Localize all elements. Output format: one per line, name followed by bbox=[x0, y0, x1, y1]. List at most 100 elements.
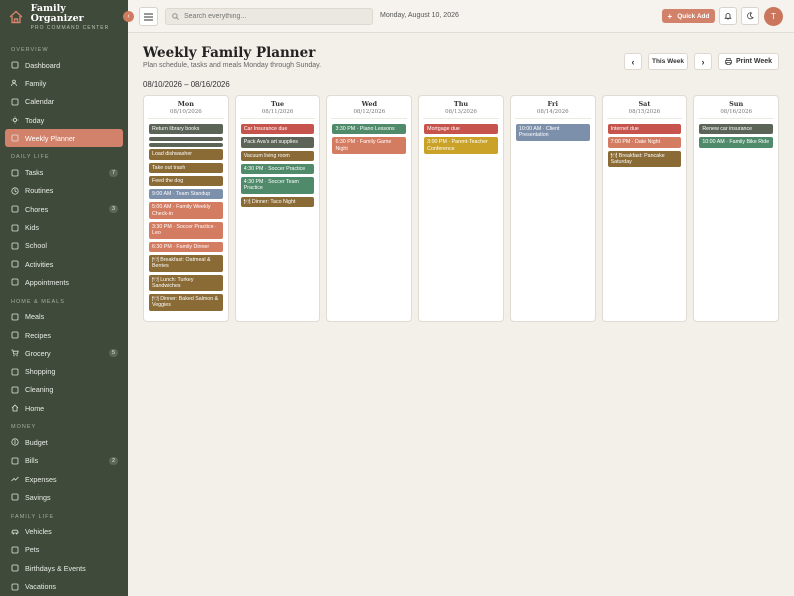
sidebar-item-label: Calendar bbox=[25, 97, 55, 107]
event-item[interactable]: 3:30 PM · Soccer Practice · Leo bbox=[149, 222, 223, 239]
dollar-icon bbox=[11, 438, 19, 447]
sidebar-item-cleaning[interactable]: Cleaning bbox=[0, 381, 128, 399]
sidebar-item-label: Dashboard bbox=[25, 60, 61, 70]
sidebar-item-label: Vacations bbox=[25, 582, 57, 592]
sidebar-item-label: Bills bbox=[25, 456, 39, 466]
event-item[interactable]: 5:00 AM · Family Weekly Check-in bbox=[149, 202, 223, 220]
sidebar-item-shopping[interactable]: Shopping bbox=[0, 362, 128, 380]
print-week-button[interactable]: Print Week bbox=[718, 53, 779, 70]
sidebar-item-vehicles[interactable]: Vehicles bbox=[0, 523, 128, 541]
car-icon bbox=[11, 528, 19, 536]
day-column-sat: Sat 08/15/2026 Internet due 7:00 PM · Date … bbox=[601, 95, 688, 322]
meals-icon bbox=[11, 313, 19, 321]
event-item[interactable]: 10:00 AM · Client Presentation bbox=[515, 124, 590, 141]
search-box[interactable] bbox=[165, 8, 373, 25]
event-item[interactable]: Feed the dog bbox=[149, 175, 223, 187]
home-icon bbox=[11, 404, 19, 412]
printer-icon bbox=[725, 58, 732, 65]
event-item[interactable]: 4:30 PM · Soccer Team Practice bbox=[240, 177, 315, 194]
theme-toggle-button[interactable] bbox=[741, 7, 759, 25]
sidebar-item-label: Vehicles bbox=[25, 527, 52, 537]
sidebar-item-tasks[interactable]: Tasks 7 bbox=[0, 163, 128, 181]
event-item[interactable]: 10:00 AM · Family Bike Ride bbox=[699, 137, 774, 148]
day-column-tue: Tue 08/11/2026 Car Insurance due Pack Ava's… bbox=[234, 95, 321, 322]
piggy-icon bbox=[11, 493, 19, 501]
previous-week-button[interactable]: ‹ bbox=[624, 53, 642, 70]
day-header: Fri 08/14/2026 bbox=[514, 100, 591, 119]
event-item[interactable]: 🍽 Dinner: Baked Salmon & Veggies bbox=[149, 294, 223, 311]
search-input[interactable] bbox=[184, 13, 364, 20]
sidebar-item-label: Expenses bbox=[25, 474, 57, 484]
sidebar-item-appointments[interactable]: Appointments bbox=[0, 273, 128, 291]
sidebar-item-label: Savings bbox=[25, 492, 51, 502]
event-item[interactable]: Pack Ava's art supplies bbox=[240, 137, 315, 148]
day-name: Wed bbox=[361, 100, 378, 108]
user-avatar[interactable]: T bbox=[764, 7, 783, 26]
sidebar-item-expenses[interactable]: Expenses bbox=[0, 470, 128, 488]
sidebar-item-vacations[interactable]: Vacations bbox=[0, 577, 128, 595]
brand[interactable]: Family Organizer PRO COMMAND CENTER bbox=[0, 0, 128, 34]
next-week-button[interactable]: › bbox=[694, 53, 712, 70]
event-item[interactable]: Internet due bbox=[607, 124, 682, 135]
sidebar-item-today[interactable]: Today bbox=[0, 111, 128, 129]
sidebar-item-birthdays-events[interactable]: Birthdays & Events bbox=[0, 559, 128, 577]
day-date: 08/11/2026 bbox=[261, 109, 294, 115]
sidebar-item-calendar[interactable]: Calendar bbox=[0, 93, 128, 111]
sidebar-item-grocery[interactable]: Grocery 5 bbox=[0, 344, 128, 362]
users-icon bbox=[11, 79, 19, 87]
this-week-button[interactable]: This Week bbox=[648, 53, 688, 70]
this-week-label: This Week bbox=[651, 58, 685, 65]
plus-icon: + bbox=[667, 11, 673, 21]
sidebar-item-weekly-planner[interactable]: Weekly Planner bbox=[5, 129, 123, 148]
collapse-sidebar-button[interactable]: ‹ bbox=[123, 11, 134, 22]
event-item[interactable]: 7:00 PM · Date Night bbox=[607, 137, 682, 148]
event-item[interactable]: Car Insurance due bbox=[240, 124, 315, 135]
event-item[interactable]: 6:30 PM · Family Dinner bbox=[149, 241, 223, 252]
sidebar-item-budget[interactable]: Budget bbox=[0, 433, 128, 451]
event-item[interactable]: Return library books bbox=[149, 124, 223, 135]
event-item[interactable]: 🍽 Lunch: Turkey Sandwiches bbox=[149, 274, 223, 292]
sidebar-item-activities[interactable]: Activities bbox=[0, 255, 128, 273]
sidebar-item-kids[interactable]: Kids bbox=[0, 218, 128, 236]
event-item[interactable]: 9:00 AM · Team Standup bbox=[149, 189, 223, 200]
sidebar-item-label: School bbox=[25, 241, 47, 251]
sidebar-item-family[interactable]: Family bbox=[0, 74, 128, 92]
sidebar-item-bills[interactable]: Bills 2 bbox=[0, 452, 128, 470]
event-item[interactable]: 🍽 Breakfast: Oatmeal & Berries bbox=[149, 254, 223, 272]
current-date: Monday, August 10, 2026 bbox=[380, 12, 459, 19]
menu-button[interactable] bbox=[139, 7, 158, 26]
event-item[interactable]: 🍽 Dinner: Taco Night bbox=[240, 196, 315, 208]
top-bar: Monday, August 10, 2026 + Quick Add T bbox=[128, 0, 794, 33]
day-header: Thu 08/13/2026 bbox=[423, 100, 499, 119]
sidebar-item-savings[interactable]: Savings bbox=[0, 488, 128, 506]
sidebar-item-recipes[interactable]: Recipes bbox=[0, 326, 128, 344]
clock-icon bbox=[11, 187, 19, 195]
sidebar-item-home[interactable]: Home bbox=[0, 399, 128, 417]
sidebar-item-label: Birthdays & Events bbox=[25, 563, 86, 573]
event-item[interactable] bbox=[149, 143, 223, 148]
event-item[interactable]: Vacuum living room bbox=[240, 150, 315, 161]
event-item[interactable]: Take out trash bbox=[149, 162, 223, 173]
bell-icon bbox=[724, 13, 732, 20]
event-item[interactable]: Load dishwasher bbox=[149, 149, 223, 160]
appointment-icon bbox=[11, 278, 19, 286]
event-item[interactable]: 3:00 PM · Parent-Teacher Conference bbox=[424, 137, 498, 154]
event-item[interactable]: 4:30 PM · Soccer Practice bbox=[240, 163, 315, 175]
event-item[interactable]: Renew car insurance bbox=[699, 124, 774, 135]
search-icon bbox=[172, 13, 179, 20]
event-item[interactable]: 3:30 PM · Piano Lessons bbox=[332, 124, 407, 135]
sidebar-item-chores[interactable]: Chores 3 bbox=[0, 200, 128, 218]
sidebar-item-label: Family bbox=[25, 78, 47, 88]
event-item[interactable]: Mortgage due bbox=[424, 124, 498, 135]
sidebar-item-pets[interactable]: Pets bbox=[0, 541, 128, 559]
sidebar-item-routines[interactable]: Routines bbox=[0, 182, 128, 200]
sidebar-item-dashboard[interactable]: Dashboard bbox=[0, 56, 128, 74]
count-badge: 3 bbox=[108, 205, 118, 214]
event-item[interactable]: 🍽 Breakfast: Pancake Saturday bbox=[607, 150, 682, 168]
event-item[interactable]: 6:30 PM · Family Game Night bbox=[332, 137, 407, 154]
event-item[interactable] bbox=[149, 137, 223, 142]
sidebar-item-meals[interactable]: Meals bbox=[0, 308, 128, 326]
notifications-button[interactable] bbox=[719, 7, 737, 25]
sidebar-item-school[interactable]: School bbox=[0, 237, 128, 255]
quick-add-button[interactable]: + Quick Add bbox=[662, 9, 715, 23]
